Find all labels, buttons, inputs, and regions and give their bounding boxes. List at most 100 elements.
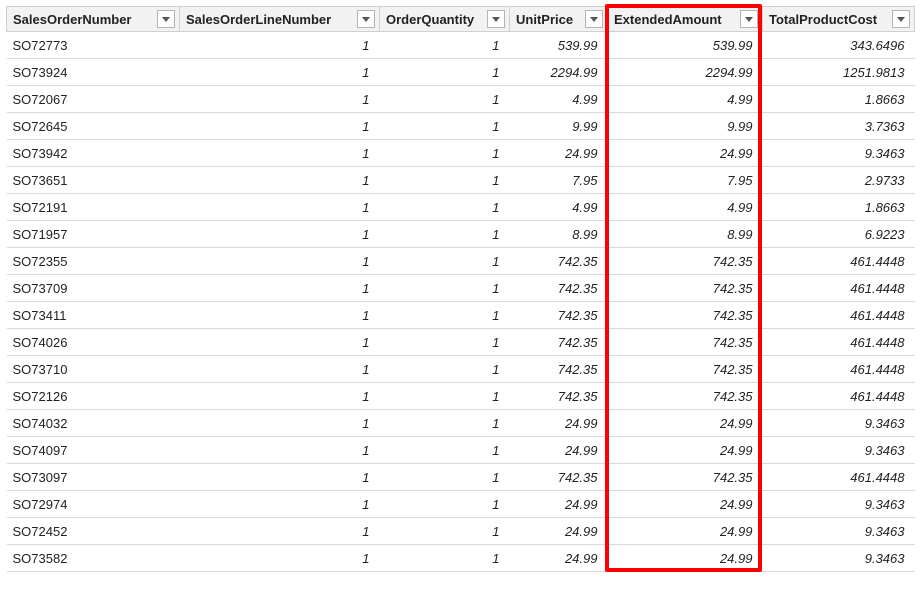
cell-SalesOrderLineNumber[interactable]: 1 <box>180 59 380 86</box>
cell-ExtendedAmount[interactable]: 8.99 <box>608 221 763 248</box>
cell-OrderQuantity[interactable]: 1 <box>380 113 510 140</box>
cell-OrderQuantity[interactable]: 1 <box>380 275 510 302</box>
cell-UnitPrice[interactable]: 4.99 <box>510 194 608 221</box>
column-header-UnitPrice[interactable]: UnitPrice <box>510 7 608 32</box>
cell-ExtendedAmount[interactable]: 742.35 <box>608 329 763 356</box>
cell-ExtendedAmount[interactable]: 24.99 <box>608 437 763 464</box>
cell-OrderQuantity[interactable]: 1 <box>380 86 510 113</box>
filter-dropdown-button[interactable] <box>585 10 603 28</box>
cell-OrderQuantity[interactable]: 1 <box>380 302 510 329</box>
table-row[interactable]: SO7402611742.35742.35461.4448 <box>7 329 915 356</box>
cell-SalesOrderLineNumber[interactable]: 1 <box>180 86 380 113</box>
cell-ExtendedAmount[interactable]: 539.99 <box>608 32 763 59</box>
filter-dropdown-button[interactable] <box>487 10 505 28</box>
column-header-OrderQuantity[interactable]: OrderQuantity <box>380 7 510 32</box>
table-row[interactable]: SO740971124.9924.999.3463 <box>7 437 915 464</box>
table-row[interactable]: SO73651117.957.952.9733 <box>7 167 915 194</box>
cell-OrderQuantity[interactable]: 1 <box>380 221 510 248</box>
cell-TotalProductCost[interactable]: 9.3463 <box>763 140 915 167</box>
cell-SalesOrderLineNumber[interactable]: 1 <box>180 437 380 464</box>
cell-SalesOrderLineNumber[interactable]: 1 <box>180 248 380 275</box>
column-header-ExtendedAmount[interactable]: ExtendedAmount <box>608 7 763 32</box>
cell-SalesOrderLineNumber[interactable]: 1 <box>180 302 380 329</box>
cell-UnitPrice[interactable]: 4.99 <box>510 86 608 113</box>
cell-TotalProductCost[interactable]: 461.4448 <box>763 329 915 356</box>
cell-TotalProductCost[interactable]: 343.6496 <box>763 32 915 59</box>
cell-ExtendedAmount[interactable]: 742.35 <box>608 383 763 410</box>
cell-TotalProductCost[interactable]: 9.3463 <box>763 491 915 518</box>
cell-SalesOrderNumber[interactable]: SO73582 <box>7 545 180 572</box>
cell-ExtendedAmount[interactable]: 4.99 <box>608 86 763 113</box>
filter-dropdown-button[interactable] <box>892 10 910 28</box>
table-row[interactable]: SO735821124.9924.999.3463 <box>7 545 915 572</box>
cell-ExtendedAmount[interactable]: 4.99 <box>608 194 763 221</box>
cell-UnitPrice[interactable]: 24.99 <box>510 518 608 545</box>
cell-OrderQuantity[interactable]: 1 <box>380 356 510 383</box>
cell-SalesOrderNumber[interactable]: SO74032 <box>7 410 180 437</box>
table-row[interactable]: SO72067114.994.991.8663 <box>7 86 915 113</box>
cell-SalesOrderNumber[interactable]: SO72974 <box>7 491 180 518</box>
cell-ExtendedAmount[interactable]: 742.35 <box>608 464 763 491</box>
filter-dropdown-button[interactable] <box>740 10 758 28</box>
filter-dropdown-button[interactable] <box>157 10 175 28</box>
cell-TotalProductCost[interactable]: 461.4448 <box>763 275 915 302</box>
cell-UnitPrice[interactable]: 742.35 <box>510 356 608 383</box>
cell-OrderQuantity[interactable]: 1 <box>380 32 510 59</box>
cell-UnitPrice[interactable]: 742.35 <box>510 275 608 302</box>
table-row[interactable]: SO7235511742.35742.35461.4448 <box>7 248 915 275</box>
cell-ExtendedAmount[interactable]: 742.35 <box>608 302 763 329</box>
table-row[interactable]: SO71957118.998.996.9223 <box>7 221 915 248</box>
table-row[interactable]: SO7309711742.35742.35461.4448 <box>7 464 915 491</box>
cell-SalesOrderLineNumber[interactable]: 1 <box>180 113 380 140</box>
cell-TotalProductCost[interactable]: 6.9223 <box>763 221 915 248</box>
table-row[interactable]: SO72645119.999.993.7363 <box>7 113 915 140</box>
cell-UnitPrice[interactable]: 24.99 <box>510 410 608 437</box>
column-header-SalesOrderNumber[interactable]: SalesOrderNumber <box>7 7 180 32</box>
cell-SalesOrderNumber[interactable]: SO73942 <box>7 140 180 167</box>
cell-TotalProductCost[interactable]: 1.8663 <box>763 86 915 113</box>
cell-ExtendedAmount[interactable]: 24.99 <box>608 491 763 518</box>
cell-SalesOrderNumber[interactable]: SO73710 <box>7 356 180 383</box>
cell-OrderQuantity[interactable]: 1 <box>380 167 510 194</box>
table-row[interactable]: SO7212611742.35742.35461.4448 <box>7 383 915 410</box>
cell-SalesOrderNumber[interactable]: SO72645 <box>7 113 180 140</box>
table-row[interactable]: SO7371011742.35742.35461.4448 <box>7 356 915 383</box>
cell-UnitPrice[interactable]: 24.99 <box>510 545 608 572</box>
cell-ExtendedAmount[interactable]: 24.99 <box>608 140 763 167</box>
cell-OrderQuantity[interactable]: 1 <box>380 329 510 356</box>
cell-TotalProductCost[interactable]: 461.4448 <box>763 302 915 329</box>
cell-OrderQuantity[interactable]: 1 <box>380 410 510 437</box>
cell-OrderQuantity[interactable]: 1 <box>380 383 510 410</box>
cell-UnitPrice[interactable]: 742.35 <box>510 302 608 329</box>
cell-SalesOrderNumber[interactable]: SO73411 <box>7 302 180 329</box>
cell-SalesOrderNumber[interactable]: SO72773 <box>7 32 180 59</box>
cell-SalesOrderLineNumber[interactable]: 1 <box>180 275 380 302</box>
cell-ExtendedAmount[interactable]: 24.99 <box>608 545 763 572</box>
table-row[interactable]: SO740321124.9924.999.3463 <box>7 410 915 437</box>
cell-TotalProductCost[interactable]: 9.3463 <box>763 410 915 437</box>
cell-SalesOrderLineNumber[interactable]: 1 <box>180 464 380 491</box>
cell-TotalProductCost[interactable]: 461.4448 <box>763 356 915 383</box>
cell-OrderQuantity[interactable]: 1 <box>380 545 510 572</box>
cell-ExtendedAmount[interactable]: 742.35 <box>608 356 763 383</box>
cell-TotalProductCost[interactable]: 461.4448 <box>763 248 915 275</box>
cell-SalesOrderNumber[interactable]: SO74026 <box>7 329 180 356</box>
cell-SalesOrderNumber[interactable]: SO72355 <box>7 248 180 275</box>
cell-ExtendedAmount[interactable]: 742.35 <box>608 275 763 302</box>
cell-SalesOrderLineNumber[interactable]: 1 <box>180 518 380 545</box>
cell-SalesOrderNumber[interactable]: SO73709 <box>7 275 180 302</box>
column-header-TotalProductCost[interactable]: TotalProductCost <box>763 7 915 32</box>
cell-SalesOrderLineNumber[interactable]: 1 <box>180 410 380 437</box>
cell-OrderQuantity[interactable]: 1 <box>380 464 510 491</box>
cell-SalesOrderLineNumber[interactable]: 1 <box>180 140 380 167</box>
cell-ExtendedAmount[interactable]: 2294.99 <box>608 59 763 86</box>
table-row[interactable]: SO7370911742.35742.35461.4448 <box>7 275 915 302</box>
cell-SalesOrderLineNumber[interactable]: 1 <box>180 167 380 194</box>
cell-ExtendedAmount[interactable]: 9.99 <box>608 113 763 140</box>
cell-SalesOrderLineNumber[interactable]: 1 <box>180 32 380 59</box>
cell-SalesOrderLineNumber[interactable]: 1 <box>180 491 380 518</box>
table-row[interactable]: SO72191114.994.991.8663 <box>7 194 915 221</box>
table-row[interactable]: SO739421124.9924.999.3463 <box>7 140 915 167</box>
cell-OrderQuantity[interactable]: 1 <box>380 491 510 518</box>
cell-ExtendedAmount[interactable]: 24.99 <box>608 410 763 437</box>
